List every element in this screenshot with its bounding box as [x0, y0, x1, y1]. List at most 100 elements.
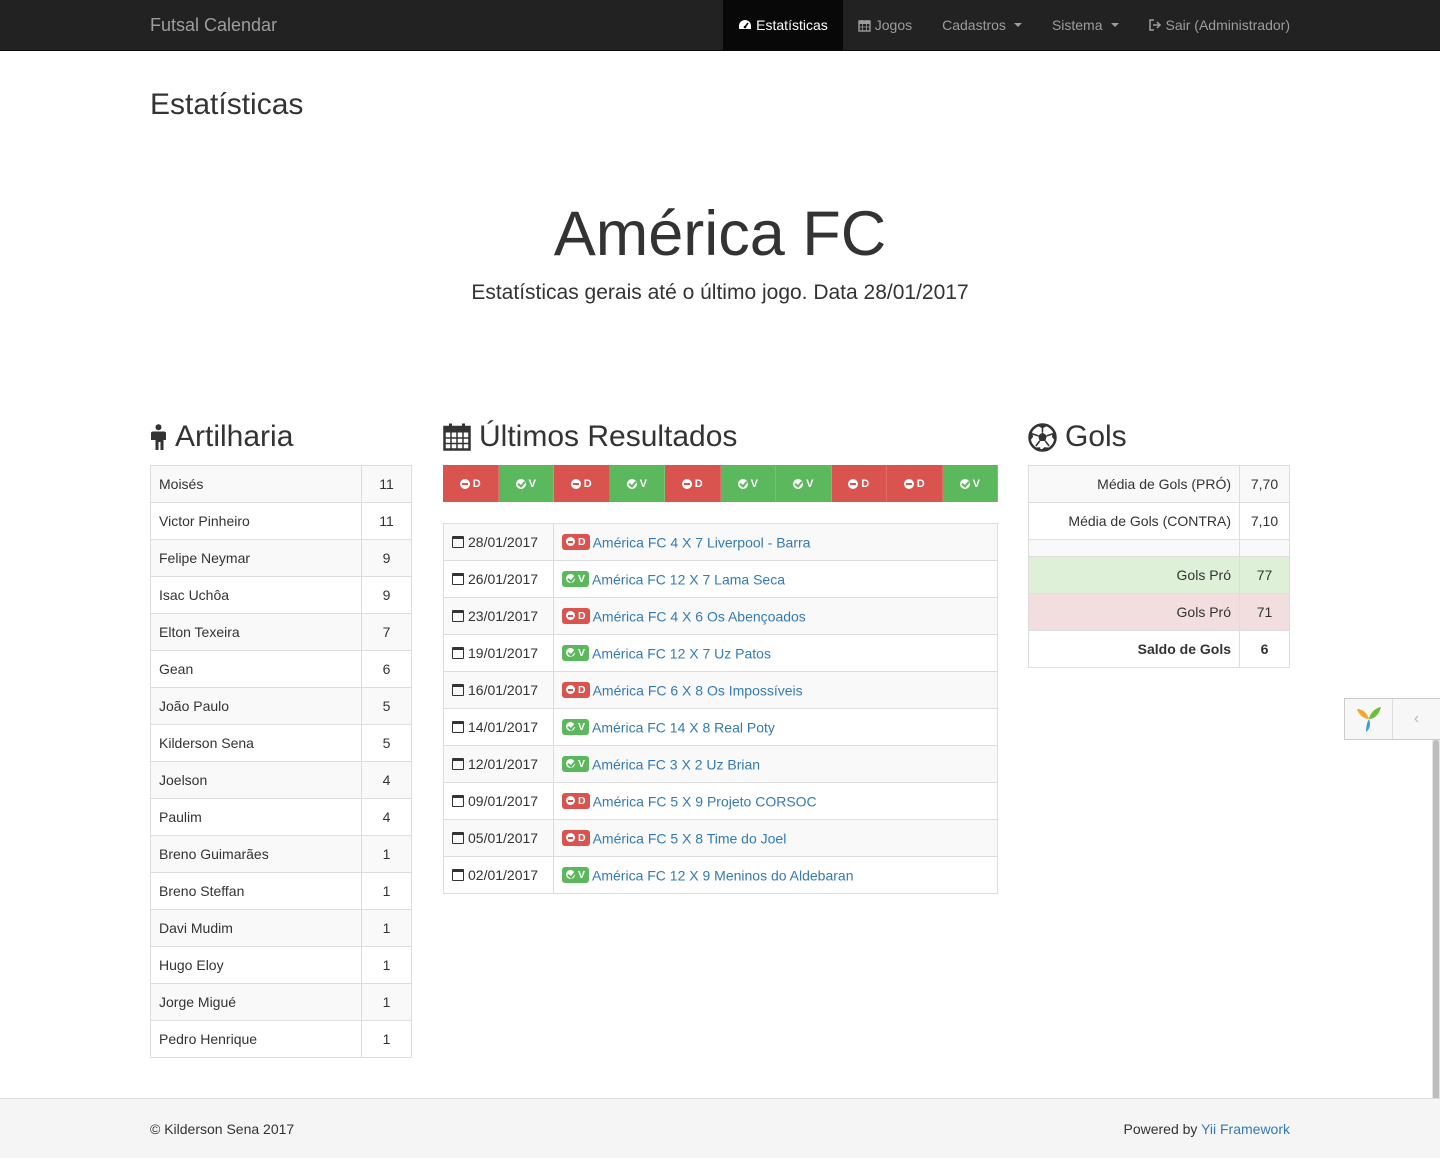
- player-name: Kilderson Sena: [150, 724, 362, 762]
- table-row: 26/01/2017 V América FC 12 X 7 Lama Seca: [443, 560, 998, 598]
- nav-item-sistema[interactable]: Sistema: [1037, 0, 1134, 50]
- table-row: Breno Steffan 1: [150, 872, 412, 910]
- result-letter: V: [639, 477, 647, 490]
- calendar-icon: [452, 832, 464, 844]
- team-title: América FC: [553, 199, 887, 269]
- player-goals: 6: [361, 650, 412, 688]
- nav-item-sair[interactable]: Sair (Administrador): [1134, 0, 1305, 50]
- resultados-table: 28/01/2017 D América FC 4 X 7 Liverpool - …: [443, 523, 998, 894]
- minus-circle-icon: [566, 685, 575, 695]
- logout-icon: [1148, 19, 1162, 31]
- minus-circle-icon: [848, 478, 859, 489]
- match-link[interactable]: América FC 3 X 2 Uz Brian: [592, 756, 760, 772]
- saldo-value: 6: [1239, 630, 1290, 668]
- check-circle-icon: [566, 722, 575, 732]
- nav-item-cadastros[interactable]: Cadastros: [927, 0, 1037, 50]
- calendar-icon: [452, 721, 464, 733]
- player-name: Breno Guimarães: [150, 835, 362, 873]
- calendar-icon: [858, 19, 871, 32]
- result-cell: V América FC 12 X 7 Lama Seca: [553, 560, 998, 598]
- scrollbar-thumb[interactable]: [1433, 740, 1439, 1100]
- table-row: 02/01/2017 V América FC 12 X 9 Meninos do …: [443, 856, 998, 894]
- match-link[interactable]: América FC 4 X 6 Os Abençoados: [593, 608, 806, 624]
- brand-link[interactable]: Futsal Calendar: [150, 0, 277, 50]
- table-row: Saldo de Gols 6: [1028, 630, 1290, 668]
- result-cell: V América FC 12 X 7 Uz Patos: [553, 634, 998, 672]
- match-link[interactable]: América FC 6 X 8 Os Impossíveis: [593, 682, 803, 698]
- table-row: Breno Guimarães 1: [150, 835, 412, 873]
- result-letter: D: [916, 477, 925, 490]
- match-link[interactable]: América FC 12 X 9 Meninos do Aldebaran: [592, 867, 853, 883]
- saldo-label: Saldo de Gols: [1028, 630, 1240, 668]
- minus-circle-icon: [566, 833, 575, 843]
- result-cell: D América FC 6 X 8 Os Impossíveis: [553, 671, 998, 709]
- debug-toolbar[interactable]: ‹: [1344, 698, 1440, 740]
- table-row: Média de Gols (PRÓ) 7,70: [1028, 465, 1290, 503]
- result-letter: V: [528, 477, 536, 490]
- match-link[interactable]: América FC 14 X 8 Real Poty: [592, 719, 775, 735]
- match-link[interactable]: América FC 5 X 8 Time do Joel: [593, 830, 787, 846]
- player-goals: 1: [361, 872, 412, 910]
- page-title: Estatísticas: [150, 88, 304, 121]
- check-circle-icon: [566, 759, 575, 769]
- player-name: Paulim: [150, 798, 362, 836]
- minus-circle-icon: [903, 478, 914, 489]
- player-name: Felipe Neymar: [150, 539, 362, 577]
- player-name: Breno Steffan: [150, 872, 362, 910]
- table-row: Gols Pró 71: [1028, 593, 1290, 631]
- match-link[interactable]: América FC 12 X 7 Uz Patos: [592, 645, 771, 661]
- result-letter: V: [972, 477, 980, 490]
- minus-circle-icon: [459, 478, 470, 489]
- result-chip: D: [665, 465, 721, 502]
- check-circle-icon: [515, 478, 526, 489]
- player-goals: 1: [361, 1020, 412, 1058]
- calendar-icon: [452, 684, 464, 696]
- table-row: Jorge Migué 1: [150, 983, 412, 1021]
- section-title: Gols: [1065, 420, 1127, 453]
- minus-circle-icon: [570, 478, 581, 489]
- yii-logo-icon[interactable]: [1345, 699, 1393, 739]
- player-name: Isac Uchôa: [150, 576, 362, 614]
- table-row: Pedro Henrique 1: [150, 1020, 412, 1058]
- result-cell: D América FC 5 X 9 Projeto CORSOC: [553, 782, 998, 820]
- chevron-left-icon[interactable]: ‹: [1393, 699, 1440, 739]
- result-cell: V América FC 14 X 8 Real Poty: [553, 708, 998, 746]
- artilharia-table: Moisés 11 Victor Pinheiro 11 Felipe Neymar 9 I…: [150, 465, 412, 1058]
- gols-contra-value: 71: [1239, 593, 1290, 631]
- result-chip: V: [498, 465, 554, 502]
- nav-item-jogos[interactable]: Jogos: [843, 0, 927, 50]
- table-row: 23/01/2017 D América FC 4 X 6 Os Abençoado…: [443, 597, 998, 635]
- artilharia-heading: Artilharia: [150, 420, 293, 454]
- nav-menu: Estatísticas Jogos Cadastros Sistema Sai…: [723, 0, 1305, 50]
- match-link[interactable]: América FC 12 X 7 Lama Seca: [592, 571, 785, 587]
- match-link[interactable]: América FC 4 X 7 Liverpool - Barra: [593, 534, 811, 550]
- result-date: 05/01/2017: [468, 830, 539, 846]
- result-badge: D: [562, 681, 590, 698]
- powered-prefix: Powered by: [1123, 1121, 1198, 1137]
- result-chip: D: [887, 465, 943, 502]
- table-row: Hugo Eloy 1: [150, 946, 412, 984]
- result-date-cell: 12/01/2017: [443, 745, 554, 783]
- table-row: Victor Pinheiro 11: [150, 502, 412, 540]
- result-badge: V: [562, 866, 590, 883]
- soccer-ball-icon: [1028, 422, 1057, 452]
- result-date: 02/01/2017: [468, 867, 539, 883]
- gols-pro-value: 77: [1239, 556, 1290, 594]
- player-goals: 11: [361, 465, 412, 503]
- player-goals: 4: [361, 761, 412, 799]
- check-circle-icon: [959, 478, 970, 489]
- media-contra-label: Média de Gols (CONTRA): [1028, 502, 1240, 540]
- result-date-cell: 09/01/2017: [443, 782, 554, 820]
- player-goals: 1: [361, 909, 412, 947]
- nav-item-estatisticas[interactable]: Estatísticas: [723, 0, 843, 50]
- player-goals: 11: [361, 502, 412, 540]
- player-name: Moisés: [150, 465, 362, 503]
- result-letter: V: [750, 477, 758, 490]
- minus-circle-icon: [681, 478, 692, 489]
- player-name: Pedro Henrique: [150, 1020, 362, 1058]
- yii-framework-link[interactable]: Yii Framework: [1201, 1121, 1290, 1137]
- calendar-icon: [452, 647, 464, 659]
- nav-item-label: Cadastros: [942, 17, 1006, 33]
- match-link[interactable]: América FC 5 X 9 Projeto CORSOC: [593, 793, 817, 809]
- result-chip: V: [776, 465, 832, 502]
